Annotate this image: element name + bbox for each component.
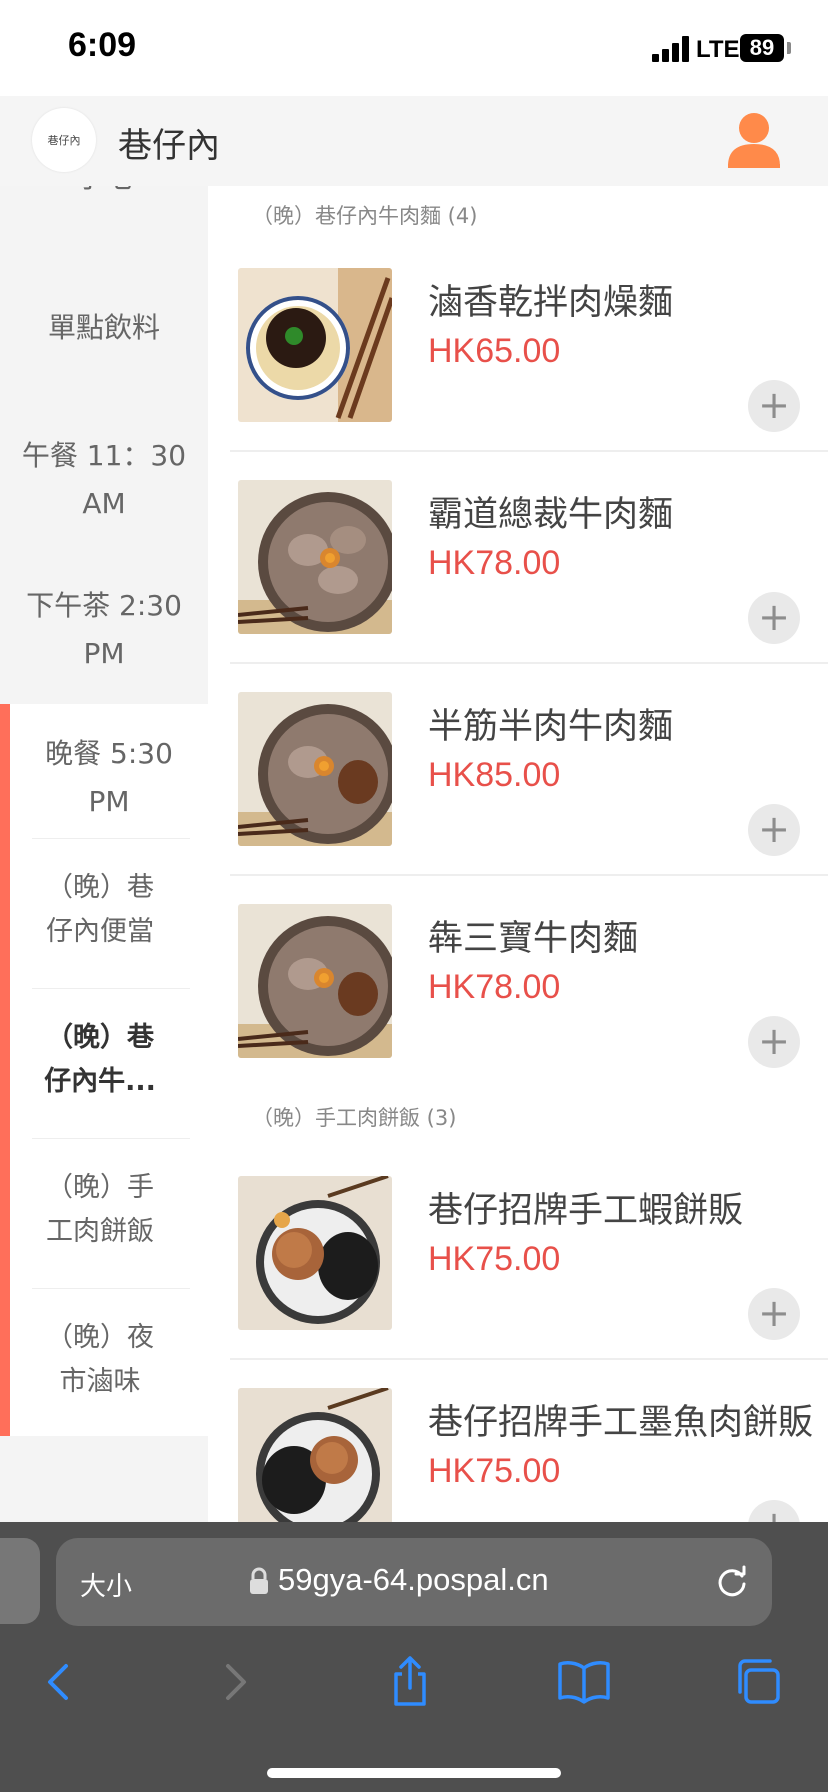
product-name: 巷仔招牌手工墨魚肉餅販 xyxy=(428,1403,814,1443)
sidebar-divider xyxy=(32,1138,190,1139)
product-image[interactable] xyxy=(238,692,392,846)
shop-header: 巷仔內 巷仔內 xyxy=(0,96,828,186)
sidebar-item-tea[interactable]: 下午茶 2:30 PM xyxy=(0,582,208,678)
product-image[interactable] xyxy=(238,1388,392,1522)
home-indicator xyxy=(267,1768,561,1778)
network-label: LTE xyxy=(696,36,740,63)
product-list: （晚）巷仔內牛肉麵 (4) 滷香乾拌肉燥麵 HK65.00 + 霸道總裁牛肉麵 … xyxy=(208,186,828,1522)
forward-icon[interactable] xyxy=(206,1652,266,1712)
sidebar-sub-item-bento[interactable]: （晚）巷仔內便當 xyxy=(10,866,190,954)
category-sidebar: 小吃 單點飲料 午餐 11：30 AM 下午茶 2:30 PM 晚餐 5:30 … xyxy=(0,186,208,1522)
url-bar[interactable]: 大小 59gya-64.pospal.cn xyxy=(56,1538,772,1626)
add-to-cart-button[interactable]: + xyxy=(748,1016,800,1068)
product-image[interactable] xyxy=(238,904,392,1058)
product-image[interactable] xyxy=(238,480,392,634)
product-name: 霸道總裁牛肉麵 xyxy=(428,495,674,535)
add-to-cart-button[interactable]: + xyxy=(748,1500,800,1522)
product-card[interactable]: 巷仔招牌手工蝦餅販 HK75.00 + xyxy=(230,1176,828,1388)
sidebar-sub-item-patty-rice[interactable]: （晚）手工肉餅飯 xyxy=(10,1166,190,1254)
shop-logo[interactable]: 巷仔內 xyxy=(32,108,96,172)
product-name: 巷仔招牌手工蝦餅販 xyxy=(428,1191,744,1231)
add-to-cart-button[interactable]: + xyxy=(748,380,800,432)
sidebar-divider xyxy=(32,1288,190,1289)
product-divider xyxy=(230,874,828,876)
sidebar-item-snacks[interactable]: 小吃 xyxy=(0,186,208,202)
shop-name: 巷仔內 xyxy=(118,126,220,166)
product-name: 犇三寶牛肉麵 xyxy=(428,919,639,959)
sidebar-item-drinks[interactable]: 單點飲料 xyxy=(0,304,208,352)
tabs-icon[interactable] xyxy=(730,1652,790,1712)
signal-icon xyxy=(652,36,690,62)
add-to-cart-button[interactable]: + xyxy=(748,592,800,644)
battery-cap xyxy=(787,42,791,54)
battery-icon: 89 xyxy=(740,34,784,62)
sidebar-active-group: 晚餐 5:30 PM （晚）巷仔內便當 （晚）巷仔內牛... （晚）手工肉餅飯 … xyxy=(0,704,208,1436)
sidebar-sub-item-beef-noodle[interactable]: （晚）巷仔內牛... xyxy=(10,1016,190,1104)
logo-text: 巷仔內 xyxy=(47,134,81,147)
product-price: HK75.00 xyxy=(428,1240,561,1278)
product-image[interactable] xyxy=(238,268,392,422)
product-price: HK78.00 xyxy=(428,968,561,1006)
lock-icon xyxy=(250,1567,268,1594)
product-card[interactable]: 巷仔招牌手工墨魚肉餅販 HK75.00 + xyxy=(230,1388,828,1522)
sidebar-divider xyxy=(32,988,190,989)
product-image[interactable] xyxy=(238,1176,392,1330)
text-size-button[interactable]: 大小 xyxy=(80,1566,132,1603)
add-to-cart-button[interactable]: + xyxy=(748,1288,800,1340)
product-card[interactable]: 半筋半肉牛肉麵 HK85.00 + xyxy=(230,692,828,904)
product-divider xyxy=(230,1358,828,1360)
url-text[interactable]: 59gya-64.pospal.cn xyxy=(278,1562,549,1598)
product-price: HK75.00 xyxy=(428,1452,561,1490)
product-divider xyxy=(230,662,828,664)
sidebar-sub-item-night-market[interactable]: （晚）夜市滷味 xyxy=(10,1316,190,1404)
back-icon[interactable] xyxy=(28,1652,88,1712)
reload-icon[interactable] xyxy=(714,1564,750,1600)
product-name: 滷香乾拌肉燥麵 xyxy=(428,283,674,323)
product-price: HK65.00 xyxy=(428,332,561,370)
sidebar-item-dinner[interactable]: 晚餐 5:30 PM xyxy=(0,730,208,826)
sidebar-item-lunch[interactable]: 午餐 11：30 AM xyxy=(0,432,208,528)
product-card[interactable]: 霸道總裁牛肉麵 HK78.00 + xyxy=(230,480,828,692)
status-time: 6:09 xyxy=(68,26,137,64)
previous-tab-preview[interactable] xyxy=(0,1538,40,1624)
share-icon[interactable] xyxy=(380,1652,440,1712)
category-title: （晚）巷仔內牛肉麵 (4) xyxy=(252,204,478,228)
product-card[interactable]: 滷香乾拌肉燥麵 HK65.00 + xyxy=(230,268,828,480)
browser-toolbar xyxy=(0,1632,828,1792)
product-price: HK78.00 xyxy=(428,544,561,582)
status-bar: 6:09 LTE 89 xyxy=(0,0,828,96)
product-card[interactable]: 犇三寶牛肉麵 HK78.00 + xyxy=(230,904,828,1116)
browser-address-area: 大小 59gya-64.pospal.cn xyxy=(0,1522,828,1632)
add-to-cart-button[interactable]: + xyxy=(748,804,800,856)
sidebar-divider xyxy=(32,838,190,839)
category-title: （晚）手工肉餅飯 (3) xyxy=(252,1106,457,1130)
product-name: 半筋半肉牛肉麵 xyxy=(428,707,674,747)
product-divider xyxy=(230,450,828,452)
bookmarks-icon[interactable] xyxy=(554,1652,614,1712)
user-account-icon[interactable] xyxy=(724,110,784,172)
product-price: HK85.00 xyxy=(428,756,561,794)
